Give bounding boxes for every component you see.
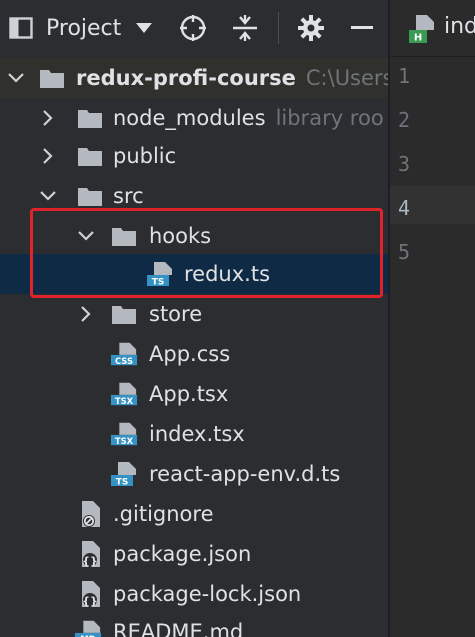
line-number: 1 [398,64,411,88]
package-json-label: package.json [113,542,252,566]
gear-icon[interactable] [296,13,326,43]
line-number: 3 [398,152,411,176]
tree-item-package-json[interactable]: {} package.json [0,534,388,574]
locate-crosshair-icon[interactable] [178,13,208,43]
tree-item-index-tsx[interactable]: TSX index.tsx [0,414,388,454]
tree-item-react-app-env[interactable]: TS react-app-env.d.ts [0,454,388,494]
node-modules-label: node_modules [113,106,266,130]
json-file-icon: {} [76,541,104,568]
package-lock-json-label: package-lock.json [113,582,302,606]
svg-text:TS: TS [116,478,129,488]
json-file-icon: {} [76,581,104,608]
svg-text:{}: {} [82,595,98,608]
svg-text:H: H [414,33,422,44]
tree-item-public[interactable]: public [0,136,388,176]
tree-item-root[interactable]: redux-profi-course C:\Users\ [0,58,388,98]
gitignore-label: .gitignore [113,502,214,526]
line-number: 2 [398,108,411,132]
src-label: src [113,184,144,208]
readme-label: README.md [113,620,244,637]
folder-icon [38,65,66,91]
tsx-file-icon: TSX [110,421,138,447]
chevron-down-icon[interactable] [134,20,154,36]
react-app-env-label: react-app-env.d.ts [149,462,341,486]
node-modules-hint: library roo [275,106,384,130]
project-view-title[interactable]: Project [46,13,121,43]
tree-item-node-modules[interactable]: node_modules library roo [0,98,388,138]
app-css-label: App.css [149,342,231,366]
folder-icon [76,183,104,209]
tsx-file-icon: TSX [110,381,138,407]
store-label: store [149,302,203,326]
root-folder-path: C:\Users\ [305,66,388,90]
editor-area: H ind 1 2 3 4 5 [390,0,475,637]
line-number: 5 [398,240,411,264]
css-file-icon: CSS [110,341,138,367]
toolbar-divider [278,12,279,44]
chevron-right-icon[interactable] [38,146,58,166]
chevron-right-icon[interactable] [76,304,96,324]
svg-text:CSS: CSS [115,356,133,366]
svg-text:TSX: TSX [115,436,134,446]
highlight-annotation-box [30,208,383,298]
svg-text:TSX: TSX [115,396,134,406]
folder-icon [76,143,104,169]
tree-item-app-css[interactable]: CSS App.css [0,334,388,374]
chevron-down-icon[interactable] [38,186,58,206]
tree-item-app-tsx[interactable]: TSX App.tsx [0,374,388,414]
folder-icon [110,301,138,327]
public-label: public [113,144,177,168]
tree-item-gitignore[interactable]: .gitignore [0,494,388,534]
html-file-icon: H [408,14,438,48]
minimize-icon[interactable] [350,24,374,32]
project-tree: redux-profi-course C:\Users\ node_modules… [0,56,388,637]
editor-tab[interactable]: H ind [390,0,475,57]
markdown-file-icon: MD [74,619,102,637]
app-tsx-label: App.tsx [149,382,229,406]
project-window-icon[interactable] [8,16,34,40]
chevron-down-icon[interactable] [6,68,26,88]
tree-item-readme[interactable]: MD README.md [0,612,388,637]
editor-tab-label: ind [444,14,475,39]
typescript-file-icon: TS [110,461,138,487]
svg-text:{}: {} [82,555,98,568]
tree-item-store[interactable]: store [0,294,388,334]
root-folder-name: redux-profi-course [76,66,296,90]
folder-icon [76,105,104,131]
ignore-file-icon [76,501,104,527]
index-tsx-label: index.tsx [149,422,245,446]
chevron-right-icon[interactable] [38,108,58,128]
line-number: 4 [398,196,411,220]
collapse-all-icon[interactable] [230,13,260,43]
project-toolbar: Project [0,0,388,56]
tree-item-package-lock-json[interactable]: {} package-lock.json [0,574,388,614]
